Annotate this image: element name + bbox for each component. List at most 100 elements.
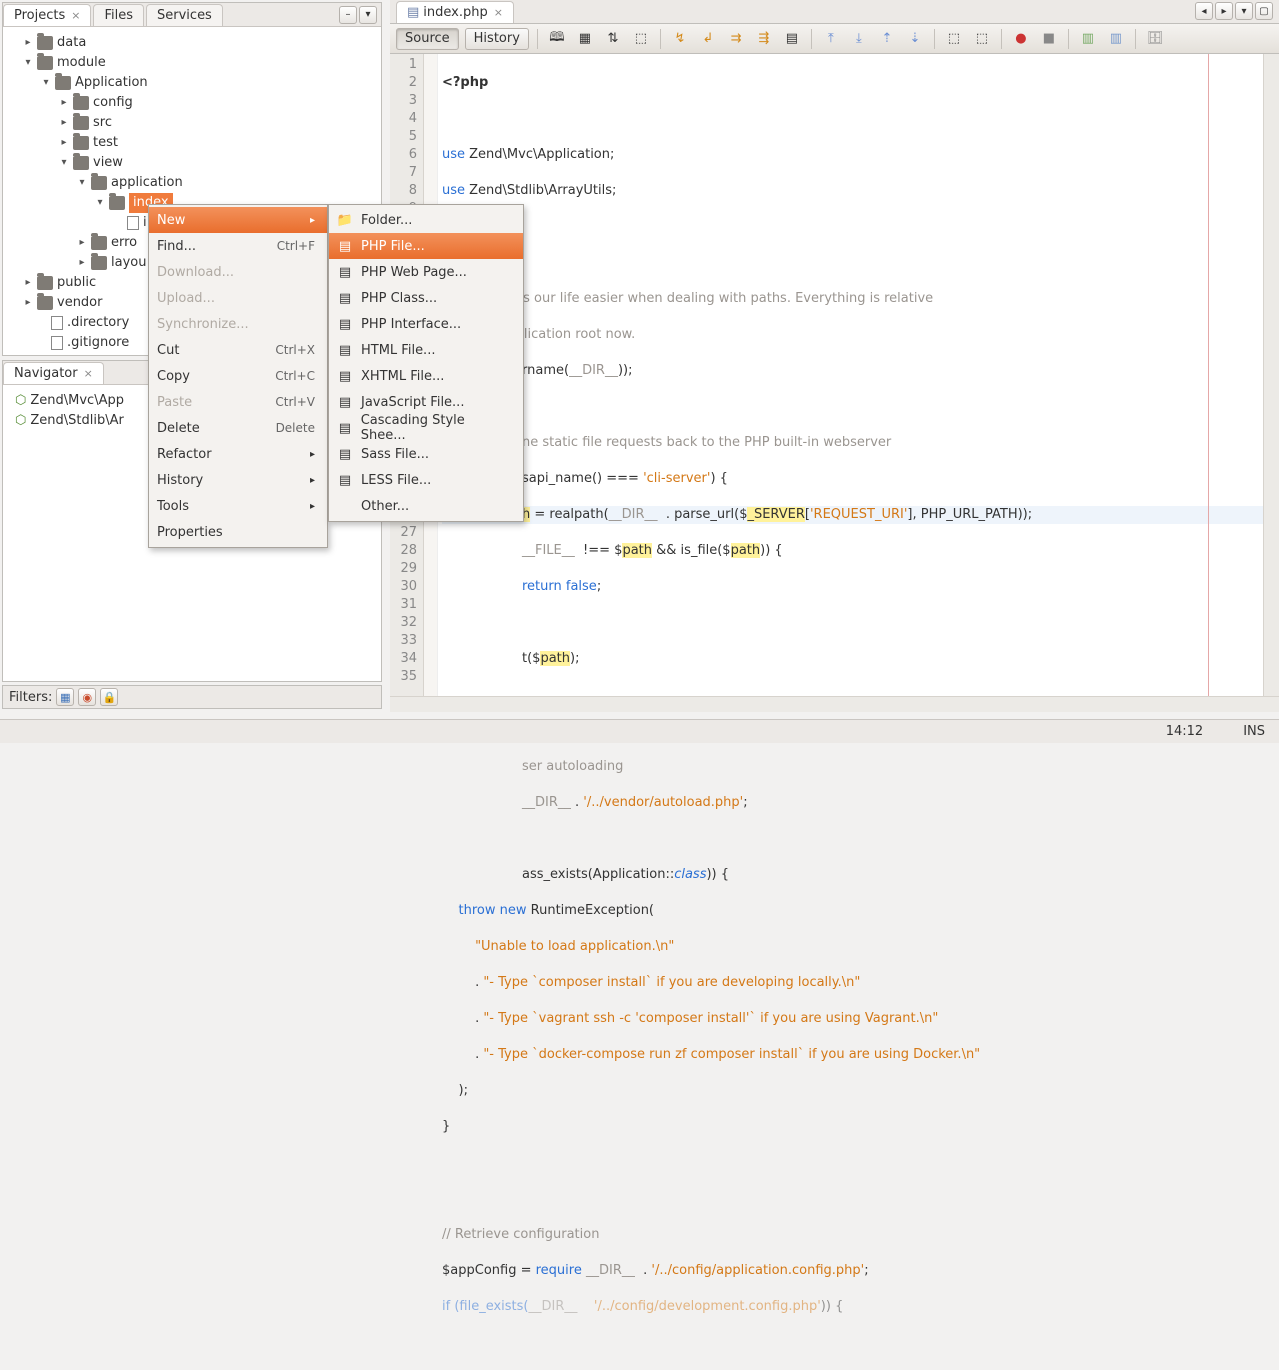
- menu-delete[interactable]: DeleteDelete: [149, 415, 327, 441]
- tree-item[interactable]: public: [57, 273, 96, 293]
- tab-navigator[interactable]: Navigator ×: [3, 362, 104, 384]
- new-php-class[interactable]: ▤PHP Class...: [329, 285, 523, 311]
- stop-icon[interactable]: ■: [1038, 28, 1060, 50]
- new-css[interactable]: ▤Cascading Style Shee...: [329, 415, 523, 441]
- file-tabs: ▤ index.php × ◂ ▸ ▾ ▢: [390, 0, 1279, 24]
- menu-find[interactable]: Find...Ctrl+F: [149, 233, 327, 259]
- nav-max-icon[interactable]: ▢: [1255, 2, 1273, 20]
- tb-icon[interactable]: ⤓: [848, 28, 870, 50]
- tb-icon[interactable]: ↯: [669, 28, 691, 50]
- tb-icon[interactable]: ▤: [781, 28, 803, 50]
- filter-btn-3[interactable]: 🔒: [100, 688, 118, 706]
- menu-tools[interactable]: Tools▸: [149, 493, 327, 519]
- new-sass[interactable]: ▤Sass File...: [329, 441, 523, 467]
- nav-fwd-icon[interactable]: ▸: [1215, 2, 1233, 20]
- js-icon: ▤: [337, 394, 353, 410]
- filters-bar: Filters: ▦ ◉ 🔒: [2, 685, 382, 709]
- tb-icon[interactable]: ⇣: [904, 28, 926, 50]
- filter-btn-1[interactable]: ▦: [56, 688, 74, 706]
- tb-icon[interactable]: ⬚: [971, 28, 993, 50]
- new-php-web[interactable]: ▤PHP Web Page...: [329, 259, 523, 285]
- tb-icon[interactable]: ⇡: [876, 28, 898, 50]
- menu-paste: PasteCtrl+V: [149, 389, 327, 415]
- nav-item[interactable]: Zend\Mvc\App: [30, 391, 124, 411]
- tb-icon[interactable]: 🕮: [546, 28, 568, 50]
- submenu-new: 📁Folder... ▤PHP File... ▤PHP Web Page...…: [328, 204, 524, 522]
- menu-cut[interactable]: CutCtrl+X: [149, 337, 327, 363]
- horizontal-scrollbar[interactable]: [390, 696, 1279, 712]
- status-ins: INS: [1243, 724, 1265, 739]
- menu-props[interactable]: Properties: [149, 519, 327, 545]
- new-folder[interactable]: 📁Folder...: [329, 207, 523, 233]
- tab-projects[interactable]: Projects×: [3, 4, 91, 26]
- tab-files-label: Files: [104, 8, 133, 23]
- nav-list-icon[interactable]: ▾: [1235, 2, 1253, 20]
- status-time: 14:12: [1166, 724, 1203, 739]
- menu-sync: Synchronize...: [149, 311, 327, 337]
- file-tab-index[interactable]: ▤ index.php ×: [396, 1, 514, 23]
- new-php-interface[interactable]: ▤PHP Interface...: [329, 311, 523, 337]
- tb-icon[interactable]: ⇶: [753, 28, 775, 50]
- menu-history[interactable]: History▸: [149, 467, 327, 493]
- tab-services[interactable]: Services: [146, 4, 223, 26]
- html-icon: ▤: [337, 342, 353, 358]
- tb-icon[interactable]: ↲: [697, 28, 719, 50]
- close-icon[interactable]: ×: [84, 367, 93, 380]
- new-php-file[interactable]: ▤PHP File...: [329, 233, 523, 259]
- menu-download: Download...: [149, 259, 327, 285]
- filter-btn-2[interactable]: ◉: [78, 688, 96, 706]
- tree-item[interactable]: erro: [111, 233, 137, 253]
- tree-item[interactable]: i: [143, 213, 147, 233]
- new-other[interactable]: Other...: [329, 493, 523, 519]
- tb-icon[interactable]: ⬚: [943, 28, 965, 50]
- tb-icon[interactable]: ▦: [574, 28, 596, 50]
- history-button[interactable]: History: [465, 28, 529, 50]
- tree-item[interactable]: config: [93, 93, 133, 113]
- tree-item[interactable]: test: [93, 133, 118, 153]
- source-button[interactable]: Source: [396, 28, 459, 50]
- tree-item[interactable]: data: [57, 33, 86, 53]
- tab-files[interactable]: Files: [93, 4, 144, 26]
- tb-icon[interactable]: ⇉: [725, 28, 747, 50]
- tree-item[interactable]: Application: [75, 73, 148, 93]
- tree-item[interactable]: vendor: [57, 293, 102, 313]
- tb-icon[interactable]: ▥: [1077, 28, 1099, 50]
- close-icon[interactable]: ×: [494, 6, 503, 19]
- panel-min-icon[interactable]: –: [339, 6, 357, 24]
- tb-icon[interactable]: ▥: [1105, 28, 1127, 50]
- new-xhtml[interactable]: ▤XHTML File...: [329, 363, 523, 389]
- tab-navigator-label: Navigator: [14, 366, 78, 381]
- tree-item[interactable]: .gitignore: [67, 333, 129, 353]
- tree-item[interactable]: view: [93, 153, 123, 173]
- xhtml-icon: ▤: [337, 368, 353, 384]
- tab-services-label: Services: [157, 8, 212, 23]
- new-html[interactable]: ▤HTML File...: [329, 337, 523, 363]
- context-menu: New▸ Find...Ctrl+F Download... Upload...…: [148, 204, 328, 548]
- tb-icon[interactable]: ⤒: [820, 28, 842, 50]
- menu-copy[interactable]: CopyCtrl+C: [149, 363, 327, 389]
- tree-item[interactable]: src: [93, 113, 112, 133]
- nav-back-icon[interactable]: ◂: [1195, 2, 1213, 20]
- code-area[interactable]: <?php use Zend\Mvc\Application; use Zend…: [438, 54, 1279, 696]
- tree-item[interactable]: application: [111, 173, 183, 193]
- tree-item[interactable]: module: [57, 53, 106, 73]
- vertical-scrollbar[interactable]: [1263, 54, 1279, 696]
- tree-item[interactable]: .directory: [67, 313, 129, 333]
- margin-line: [1208, 54, 1209, 696]
- tree-item[interactable]: layou: [111, 253, 146, 273]
- php-class-icon: ▤: [337, 290, 353, 306]
- tb-icon[interactable]: ⬚: [630, 28, 652, 50]
- filters-label: Filters:: [9, 690, 52, 705]
- nav-item[interactable]: Zend\Stdlib\Ar: [30, 411, 123, 431]
- menu-upload: Upload...: [149, 285, 327, 311]
- new-js[interactable]: ▤JavaScript File...: [329, 389, 523, 415]
- db-icon[interactable]: 🗄: [1144, 28, 1166, 50]
- menu-refactor[interactable]: Refactor▸: [149, 441, 327, 467]
- php-if-icon: ▤: [337, 316, 353, 332]
- new-less[interactable]: ▤LESS File...: [329, 467, 523, 493]
- menu-new[interactable]: New▸: [149, 207, 327, 233]
- tb-icon[interactable]: ⇅: [602, 28, 624, 50]
- panel-opts-icon[interactable]: ▾: [359, 6, 377, 24]
- record-icon[interactable]: ●: [1010, 28, 1032, 50]
- close-icon[interactable]: ×: [71, 9, 80, 22]
